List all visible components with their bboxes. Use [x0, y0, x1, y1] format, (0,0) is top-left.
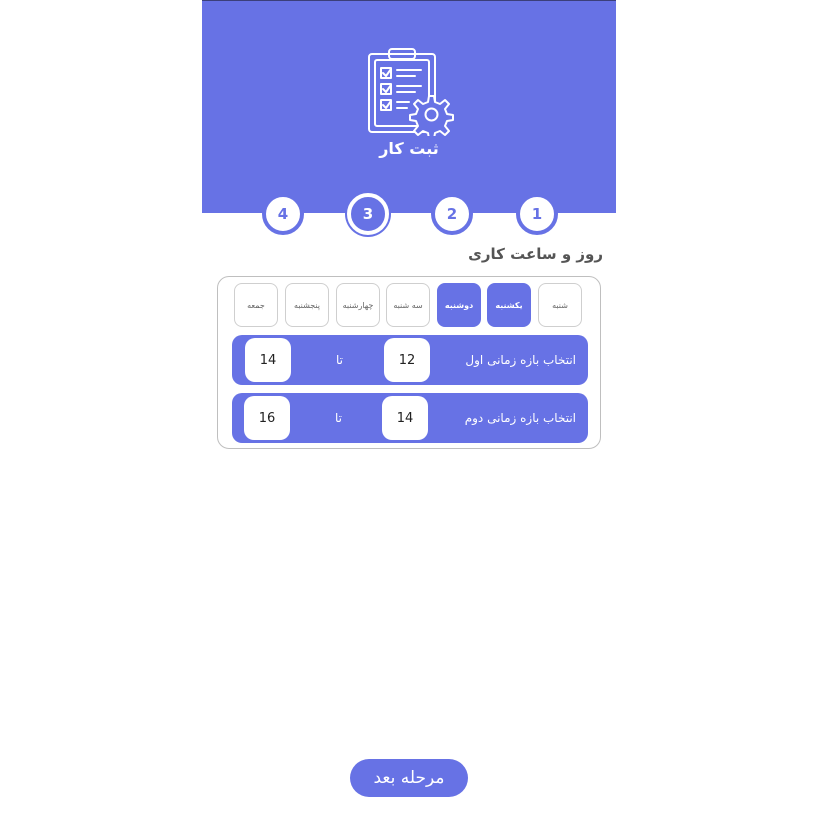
day-tuesday[interactable]: سه شنبه — [386, 283, 430, 327]
day-wednesday[interactable]: چهارشنبه — [336, 283, 380, 327]
range-to-input[interactable]: 14 — [245, 338, 291, 382]
step-2[interactable]: 2 — [431, 193, 473, 235]
day-selector: شنبه یکشنبه دوشنبه سه شنبه چهارشنبه پنجش… — [234, 283, 586, 329]
step-4[interactable]: 4 — [262, 193, 304, 235]
time-range-first: انتخاب بازه زمانی اول 12 تا 14 — [232, 335, 588, 385]
range-from-input[interactable]: 12 — [384, 338, 430, 382]
schedule-card: شنبه یکشنبه دوشنبه سه شنبه چهارشنبه پنجش… — [217, 276, 601, 449]
day-saturday[interactable]: شنبه — [538, 283, 582, 327]
time-range-second: انتخاب بازه زمانی دوم 14 تا 16 — [232, 393, 588, 443]
range-to-label: تا — [335, 411, 342, 425]
step-3[interactable]: 3 — [347, 193, 389, 235]
range-to-label: تا — [336, 353, 343, 367]
next-step-button[interactable]: مرحله بعد — [350, 759, 468, 797]
day-sunday[interactable]: یکشنبه — [487, 283, 531, 327]
page-title: ثبت کار — [379, 139, 439, 158]
header: ثبت کار — [202, 0, 616, 213]
app-screen: ثبت کار 1 2 3 4 روز و ساعت کاری شنبه یکش… — [202, 0, 616, 818]
step-1[interactable]: 1 — [516, 193, 558, 235]
day-friday[interactable]: جمعه — [234, 283, 278, 327]
range-label: انتخاب بازه زمانی اول — [465, 353, 576, 367]
range-from-input[interactable]: 14 — [382, 396, 428, 440]
day-thursday[interactable]: پنجشنبه — [285, 283, 329, 327]
range-to-input[interactable]: 16 — [244, 396, 290, 440]
day-monday[interactable]: دوشنبه — [437, 283, 481, 327]
range-label: انتخاب بازه زمانی دوم — [464, 411, 576, 425]
section-title: روز و ساعت کاری — [468, 245, 603, 263]
clipboard-gear-icon — [368, 48, 454, 136]
